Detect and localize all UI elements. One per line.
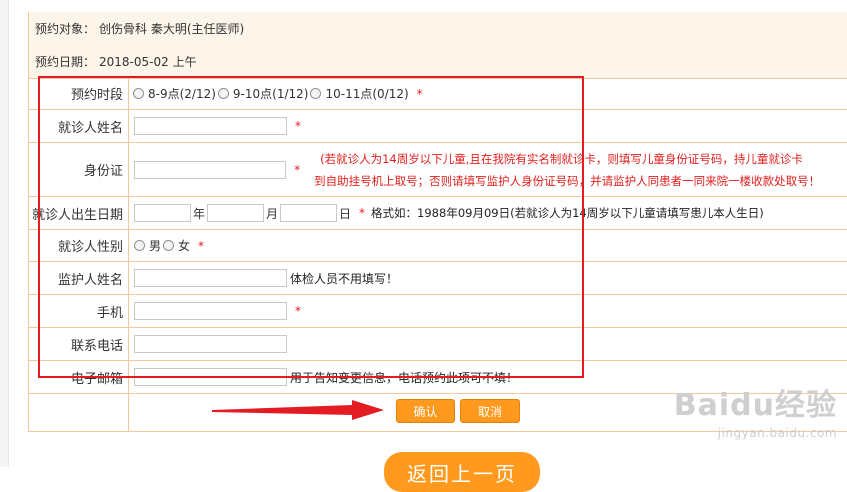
confirm-button[interactable]: 确认 <box>396 399 455 423</box>
slot-row: 预约时段 8-9点(2/12) 9-10点(1/12) 10-11点(0/12)… <box>29 78 847 110</box>
gender-required-mark: * <box>198 238 205 253</box>
gender-male-radio[interactable] <box>134 240 145 251</box>
slot-radio-3[interactable] <box>310 88 322 99</box>
slot-radio-1[interactable] <box>133 88 144 99</box>
guardian-hint: 体检人员不用填写！ <box>290 271 399 286</box>
appointment-date-row: 预约日期： 2018-05-02 上午 <box>29 45 847 79</box>
guardian-row: 监护人姓名 体检人员不用填写！ <box>29 262 847 295</box>
slot-option-1: 8-9点(2/12) <box>148 87 216 101</box>
left-edge <box>0 0 9 467</box>
name-row: 就诊人姓名 * <box>29 110 847 143</box>
slot-radio-2[interactable] <box>217 88 229 99</box>
id-card-input[interactable] <box>134 160 287 179</box>
birth-day-unit: 日 <box>339 206 352 221</box>
appointment-target-label: 预约对象： <box>35 22 96 36</box>
slot-label: 预约时段 <box>70 88 123 103</box>
mobile-input[interactable] <box>134 302 287 320</box>
watermark-main: Baidu经验 <box>673 388 837 423</box>
name-required-mark: * <box>295 119 301 133</box>
phone-row: 联系电话 <box>29 328 847 361</box>
id-card-label: 身份证 <box>83 164 123 179</box>
watermark-sub: jingyan.baidu.com <box>717 426 837 440</box>
birth-year-input[interactable] <box>134 204 191 222</box>
gender-male-label: 男 <box>149 239 162 253</box>
gender-row: 就诊人性别 男 女 * <box>29 230 847 262</box>
id-card-note-line-2: 到自助挂号机上取号；否则请填写监护人身份证号码，并请监护人同患者一同来院一楼收款… <box>314 173 821 188</box>
birth-date-row: 就诊人出生日期 年 月 日 * 格式如：1988年09月09日(若就诊人为14周… <box>29 197 847 230</box>
id-card-row: 身份证 * (若就诊人为14周岁以下儿童,且在我院有实名制就诊卡，则填写儿童身份… <box>29 143 847 197</box>
birth-month-unit: 月 <box>266 206 279 221</box>
guardian-input[interactable] <box>134 269 287 287</box>
birth-format-hint: 格式如：1988年09月09日(若就诊人为14周岁以下儿童请填写患儿本人生日) <box>371 206 764 220</box>
mobile-label: 手机 <box>96 305 123 321</box>
appointment-target-value: 创伤骨科 秦大明(主任医师) <box>99 22 245 36</box>
gender-female-label: 女 <box>178 239 191 253</box>
appointment-date-value: 2018-05-02 上午 <box>99 55 197 69</box>
mobile-row: 手机 * <box>29 295 847 328</box>
name-label: 就诊人姓名 <box>57 120 123 136</box>
birth-date-label: 就诊人出生日期 <box>31 207 123 223</box>
slot-required-mark: * <box>416 86 423 101</box>
email-label: 电子邮箱 <box>70 371 123 387</box>
birth-month-input[interactable] <box>207 204 265 222</box>
phone-input[interactable] <box>134 335 287 353</box>
birth-year-unit: 年 <box>193 206 206 221</box>
baidu-jingyan-watermark: Baidu经验 jingyan.baidu.com <box>674 380 837 440</box>
cancel-button[interactable]: 取消 <box>460 399 520 423</box>
mobile-required-mark: * <box>295 304 301 318</box>
id-card-note-line-1: (若就诊人为14周岁以下儿童,且在我院有实名制就诊卡，则填写儿童身份证号码，持儿… <box>320 151 803 166</box>
slot-option-2: 9-10点(1/12) <box>232 87 309 101</box>
appointment-date-label: 预约日期： <box>35 55 96 69</box>
annotation-arrow-icon <box>212 400 384 420</box>
birth-required-mark: * <box>359 206 366 220</box>
slot-option-3: 10-11点(0/12) <box>325 87 409 101</box>
gender-female-radio[interactable] <box>163 240 175 251</box>
back-button[interactable]: 返回上一页 <box>384 452 540 492</box>
guardian-label: 监护人姓名 <box>57 272 123 288</box>
appointment-target-row: 预约对象： 创伤骨科 秦大明(主任医师) <box>29 12 847 46</box>
email-hint: 用于告知变更信息，电话预约此项可不填！ <box>290 370 519 385</box>
id-card-required-mark: * <box>294 162 301 177</box>
name-input[interactable] <box>134 117 287 135</box>
phone-label: 联系电话 <box>70 338 123 354</box>
email-input[interactable] <box>134 368 287 386</box>
gender-label: 就诊人性别 <box>57 240 123 255</box>
birth-day-input[interactable] <box>280 204 338 222</box>
